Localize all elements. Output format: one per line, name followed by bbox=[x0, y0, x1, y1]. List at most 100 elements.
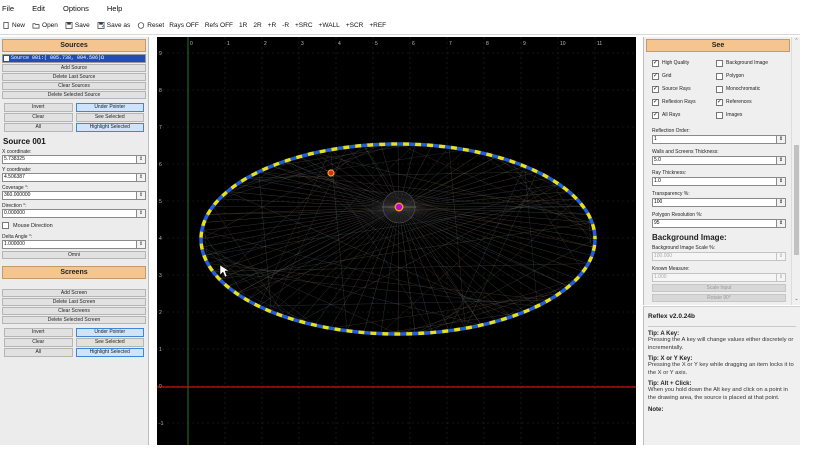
save-as-button[interactable]: Save as bbox=[97, 22, 130, 29]
polygon-resolution-input[interactable]: 95 bbox=[652, 219, 777, 228]
direction-spinner[interactable]: ⇕ bbox=[137, 209, 146, 218]
mouse-direction-checkbox[interactable] bbox=[2, 222, 9, 229]
see-selected-screens-button[interactable]: See Selected bbox=[75, 338, 144, 347]
x-coordinate-spinner[interactable]: ⇕ bbox=[137, 155, 146, 164]
ray-thickness-input[interactable]: 1.0 bbox=[652, 177, 777, 186]
scale-input-button[interactable]: Scale Input bbox=[652, 284, 786, 292]
images-checkbox[interactable] bbox=[716, 111, 723, 119]
all-sources-button[interactable]: All bbox=[4, 123, 73, 132]
opt-source-rays[interactable]: ✓ Source Rays bbox=[652, 84, 716, 94]
opt-images[interactable]: Images bbox=[716, 110, 786, 120]
under-pointer-sources-button[interactable]: Under Pointer bbox=[75, 103, 144, 112]
coverage-spinner[interactable]: ⇕ bbox=[137, 191, 146, 200]
delete-last-source-button[interactable]: Delete Last Source bbox=[2, 73, 146, 81]
coverage-field[interactable]: 360.000000 ⇕ bbox=[2, 191, 146, 200]
delta-angle-spinner[interactable]: ⇕ bbox=[137, 240, 146, 249]
sources-list[interactable]: Source 001:( 005.738, 004.506)Ω bbox=[2, 54, 146, 63]
polygon-resolution-spinner[interactable]: ⇕ bbox=[777, 219, 786, 228]
monochromatic-checkbox[interactable] bbox=[716, 85, 723, 93]
rotate-90-button[interactable]: Rotate 90° bbox=[652, 294, 786, 302]
mouse-direction-row[interactable]: Mouse Direction bbox=[2, 222, 146, 229]
delete-last-screen-button[interactable]: Delete Last Screen bbox=[2, 298, 146, 306]
opt-reflexion-rays[interactable]: ✓ Reflexion Rays bbox=[652, 97, 716, 107]
highlight-selected-sources-button[interactable]: Highlight Selected bbox=[75, 123, 144, 132]
delete-selected-source-button[interactable]: Delete Selected Source bbox=[2, 91, 146, 99]
reflexion-rays-checkbox[interactable]: ✓ bbox=[652, 98, 659, 106]
polygon-resolution-field[interactable]: 95 ⇕ bbox=[652, 219, 786, 228]
opt-high-quality[interactable]: ✓ High Quality bbox=[652, 58, 716, 68]
reflection-order-field[interactable]: 1 ⇕ bbox=[652, 135, 786, 144]
reference-point[interactable] bbox=[327, 169, 335, 177]
add-screen-button[interactable]: Add Screen bbox=[2, 289, 146, 297]
menu-help[interactable]: Help bbox=[107, 4, 122, 13]
screens-list[interactable] bbox=[0, 279, 148, 288]
known-measure-input[interactable]: 1.000 bbox=[652, 273, 777, 282]
source-list-item[interactable]: Source 001:( 005.738, 004.506)Ω bbox=[3, 55, 145, 62]
thickness-input[interactable]: 5.0 bbox=[652, 156, 777, 165]
thickness-spinner[interactable]: ⇕ bbox=[777, 156, 786, 165]
delta-angle-field[interactable]: 1.000000 ⇕ bbox=[2, 240, 146, 249]
invert-screens-button[interactable]: Invert bbox=[4, 328, 73, 337]
refs-off-button[interactable]: Refs OFF bbox=[205, 22, 233, 29]
background-image-checkbox[interactable] bbox=[716, 59, 723, 67]
bg-scale-spinner[interactable]: ⇕ bbox=[777, 252, 786, 261]
drawing-canvas[interactable]: 01234567891011 9876543210-1 bbox=[157, 37, 636, 445]
opt-references[interactable]: ✓ References bbox=[716, 97, 786, 107]
open-button[interactable]: Open bbox=[32, 22, 58, 29]
source-001-point[interactable] bbox=[394, 202, 404, 212]
menu-file[interactable]: File bbox=[2, 4, 14, 13]
reflection-order-input[interactable]: 1 bbox=[652, 135, 777, 144]
all-rays-checkbox[interactable]: ✓ bbox=[652, 111, 659, 119]
source-item-checkbox[interactable] bbox=[4, 56, 9, 61]
add-ref-button[interactable]: +REF bbox=[369, 22, 386, 29]
transparency-field[interactable]: 100 ⇕ bbox=[652, 198, 786, 207]
drawing-area-svg[interactable]: 01234567891011 9876543210-1 bbox=[157, 37, 636, 445]
references-checkbox[interactable]: ✓ bbox=[716, 98, 723, 106]
1r-button[interactable]: 1R bbox=[239, 22, 247, 29]
reflection-order-spinner[interactable]: ⇕ bbox=[777, 135, 786, 144]
clear-selection-sources-button[interactable]: Clear bbox=[4, 113, 73, 122]
new-button[interactable]: New bbox=[2, 22, 25, 29]
source-rays-checkbox[interactable]: ✓ bbox=[652, 85, 659, 93]
minus-r-button[interactable]: -R bbox=[282, 22, 289, 29]
transparency-spinner[interactable]: ⇕ bbox=[777, 198, 786, 207]
add-scr-button[interactable]: +SCR bbox=[346, 22, 364, 29]
ray-thickness-field[interactable]: 1.0 ⇕ bbox=[652, 177, 786, 186]
ray-thickness-spinner[interactable]: ⇕ bbox=[777, 177, 786, 186]
grid-checkbox[interactable]: ✓ bbox=[652, 72, 659, 80]
reset-button[interactable]: Reset bbox=[137, 22, 164, 29]
add-src-button[interactable]: +SRC bbox=[295, 22, 313, 29]
scroll-down-arrow-icon[interactable]: ⌄ bbox=[792, 296, 800, 302]
menu-edit[interactable]: Edit bbox=[32, 4, 45, 13]
direction-input[interactable]: 0.000000 bbox=[2, 209, 137, 218]
rays-off-button[interactable]: Rays OFF bbox=[169, 22, 199, 29]
see-selected-sources-button[interactable]: See Selected bbox=[75, 113, 144, 122]
high-quality-checkbox[interactable]: ✓ bbox=[652, 59, 659, 67]
clear-sources-button[interactable]: Clear Sources bbox=[2, 82, 146, 90]
menu-options[interactable]: Options bbox=[63, 4, 89, 13]
opt-grid[interactable]: ✓ Grid bbox=[652, 71, 716, 81]
opt-all-rays[interactable]: ✓ All Rays bbox=[652, 110, 716, 120]
bg-scale-input[interactable]: 100.000 bbox=[652, 252, 777, 261]
delta-angle-input[interactable]: 1.000000 bbox=[2, 240, 137, 249]
highlight-selected-screens-button[interactable]: Highlight Selected bbox=[75, 348, 144, 357]
y-coordinate-field[interactable]: 4.506387 ⇕ bbox=[2, 173, 146, 182]
polygon-checkbox[interactable] bbox=[716, 72, 723, 80]
add-source-button[interactable]: Add Source bbox=[2, 64, 146, 72]
direction-field[interactable]: 0.000000 ⇕ bbox=[2, 209, 146, 218]
opt-background-image[interactable]: Background Image bbox=[716, 58, 786, 68]
plus-r-button[interactable]: +R bbox=[268, 22, 277, 29]
clear-screens-button[interactable]: Clear Screens bbox=[2, 307, 146, 315]
under-pointer-screens-button[interactable]: Under Pointer bbox=[75, 328, 144, 337]
bg-scale-field[interactable]: 100.000 ⇕ bbox=[652, 252, 786, 261]
scrollbar-thumb[interactable] bbox=[794, 145, 799, 255]
y-coordinate-spinner[interactable]: ⇕ bbox=[137, 173, 146, 182]
scroll-up-arrow-icon[interactable]: ⌃ bbox=[792, 38, 800, 44]
save-button[interactable]: Save bbox=[65, 22, 90, 29]
x-coordinate-field[interactable]: 5.738325 ⇕ bbox=[2, 155, 146, 164]
transparency-input[interactable]: 100 bbox=[652, 198, 777, 207]
invert-sources-button[interactable]: Invert bbox=[4, 103, 73, 112]
coverage-input[interactable]: 360.000000 bbox=[2, 191, 137, 200]
add-wall-button[interactable]: +WALL bbox=[319, 22, 340, 29]
2r-button[interactable]: 2R bbox=[253, 22, 261, 29]
